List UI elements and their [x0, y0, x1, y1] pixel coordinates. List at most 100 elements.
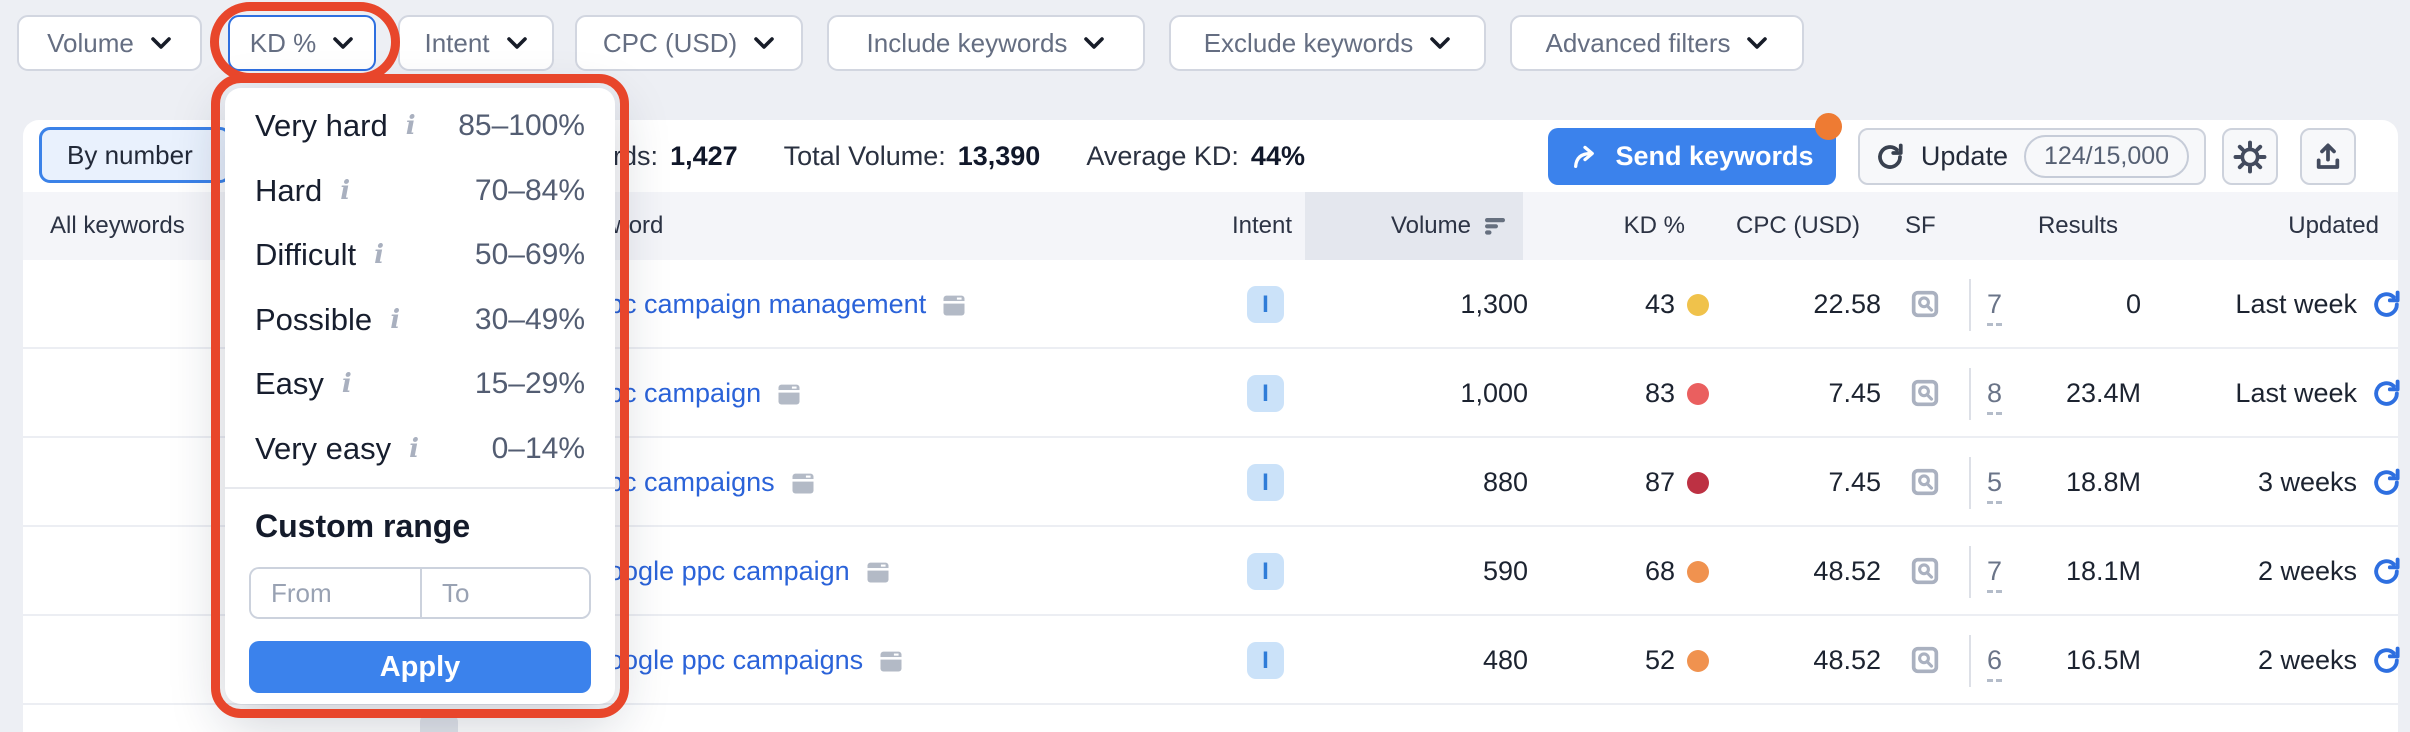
kd-option-possible[interactable]: Possible i 30–49% — [225, 288, 615, 353]
chevron-down-icon — [1747, 37, 1768, 49]
volume-value: 480 — [1482, 645, 1528, 675]
filter-advanced-filters-button[interactable]: Advanced filters — [1510, 15, 1804, 71]
column-header-cpc[interactable]: CPC (USD) — [1700, 192, 1860, 260]
settings-button[interactable] — [2222, 128, 2278, 185]
info-icon[interactable]: i — [374, 242, 384, 268]
info-icon[interactable]: i — [406, 113, 416, 139]
refresh-row-icon[interactable] — [2371, 289, 2402, 320]
filter-exclude-keywords-button[interactable]: Exclude keywords — [1169, 15, 1486, 71]
cpc-value: 7.45 — [1828, 467, 1881, 497]
kd-value: 83 — [1644, 378, 1675, 408]
info-icon[interactable]: i — [340, 178, 350, 204]
serp-features-icon[interactable] — [1907, 465, 1943, 499]
sf-value[interactable]: 5 — [1987, 467, 2003, 504]
filter-kd-button[interactable]: KD % — [228, 15, 376, 71]
updated-cell: 3 weeks — [2163, 438, 2402, 527]
kd-to-input[interactable] — [420, 569, 589, 617]
serp-features-icon[interactable] — [1907, 287, 1943, 321]
intent-badge[interactable]: I — [1247, 375, 1284, 412]
sidebar-scrollbar[interactable] — [420, 714, 458, 732]
kd-value: 68 — [1644, 556, 1675, 586]
custom-range-inputs — [249, 567, 591, 619]
cell-divider — [1969, 368, 1971, 420]
column-header-sf[interactable]: SF — [1905, 192, 1936, 260]
serp-page-icon[interactable] — [940, 291, 968, 319]
serp-page-icon[interactable] — [877, 647, 905, 675]
keyword-link[interactable]: ppc campaign — [593, 349, 803, 438]
refresh-icon — [1878, 143, 1903, 169]
keyword-link[interactable]: ppc campaign management — [593, 260, 968, 349]
refresh-row-icon[interactable] — [2371, 467, 2402, 498]
kd-filter-dropdown: Very hard i 85–100% Hard i 70–84% Diffic… — [225, 88, 615, 704]
serp-page-icon[interactable] — [789, 469, 817, 497]
filter-intent-button[interactable]: Intent — [398, 15, 554, 71]
keyword-link[interactable]: google ppc campaigns — [593, 616, 905, 705]
volume-value: 1,300 — [1460, 289, 1528, 319]
cell-divider — [1969, 546, 1971, 598]
info-icon[interactable]: i — [409, 436, 419, 462]
column-header-kd[interactable]: KD % — [1565, 192, 1685, 260]
cell-divider — [1969, 279, 1971, 331]
kd-value: 43 — [1644, 289, 1675, 319]
info-icon[interactable]: i — [390, 307, 400, 333]
cell-divider — [1969, 635, 1971, 687]
filter-volume-button[interactable]: Volume — [17, 15, 202, 71]
sf-value[interactable]: 8 — [1987, 378, 2003, 415]
total-volume-stat: Total Volume: 13,390 — [784, 141, 1041, 172]
summary-stats: Keywords: 1,427 Total Volume: 13,390 Ave… — [532, 120, 1305, 192]
cpc-value: 7.45 — [1828, 378, 1881, 408]
serp-page-icon[interactable] — [775, 380, 803, 408]
info-icon[interactable]: i — [342, 371, 352, 397]
chevron-down-icon — [506, 37, 527, 49]
serp-page-icon[interactable] — [864, 558, 892, 586]
updated-value: Last week — [2235, 289, 2357, 319]
kd-from-input[interactable] — [251, 569, 420, 617]
column-header-results[interactable]: Results — [1978, 192, 2118, 260]
update-quota-badge: 124/15,000 — [2023, 135, 2190, 178]
by-number-toggle[interactable]: By number — [39, 127, 231, 183]
kd-option-hard[interactable]: Hard i 70–84% — [225, 159, 615, 224]
updated-value: 2 weeks — [2257, 645, 2357, 675]
filter-cpc-button[interactable]: CPC (USD) — [575, 15, 803, 71]
filter-cpc-label: CPC (USD) — [602, 27, 738, 58]
sf-value[interactable]: 7 — [1987, 556, 2003, 593]
kd-option-very-hard[interactable]: Very hard i 85–100% — [225, 94, 615, 159]
refresh-row-icon[interactable] — [2371, 645, 2402, 676]
updated-cell: Last week — [2163, 260, 2402, 349]
kd-value: 87 — [1644, 467, 1675, 497]
export-icon — [2316, 143, 2340, 169]
serp-features-icon[interactable] — [1907, 376, 1943, 410]
kd-option-very-easy[interactable]: Very easy i 0–14% — [225, 417, 615, 482]
updated-value: 3 weeks — [2257, 467, 2357, 497]
update-button[interactable]: Update 124/15,000 — [1858, 128, 2206, 185]
send-keywords-button[interactable]: Send keywords — [1548, 128, 1836, 185]
intent-badge[interactable]: I — [1247, 642, 1284, 679]
refresh-row-icon[interactable] — [2371, 378, 2402, 409]
chevron-down-icon — [333, 37, 354, 49]
kd-option-difficult[interactable]: Difficult i 50–69% — [225, 223, 615, 288]
sf-value[interactable]: 7 — [1987, 289, 2003, 326]
intent-badge[interactable]: I — [1247, 464, 1284, 501]
kd-option-easy[interactable]: Easy i 15–29% — [225, 352, 615, 417]
refresh-row-icon[interactable] — [2371, 556, 2402, 587]
kd-difficulty-dot — [1687, 561, 1709, 583]
column-header-volume[interactable]: Volume — [1305, 192, 1523, 260]
sf-value[interactable]: 6 — [1987, 645, 2003, 682]
column-header-intent[interactable]: Intent — [1222, 192, 1292, 260]
filter-include-keywords-button[interactable]: Include keywords — [827, 15, 1145, 71]
serp-features-icon[interactable] — [1907, 554, 1943, 588]
keyword-magic-tool: Volume KD % Intent CPC (USD) Include key… — [0, 0, 2410, 732]
serp-features-icon[interactable] — [1907, 643, 1943, 677]
custom-range-title: Custom range — [255, 508, 471, 544]
average-kd-stat: Average KD: 44% — [1086, 141, 1305, 172]
average-kd-value: 44% — [1250, 140, 1305, 171]
column-header-updated[interactable]: Updated — [2229, 192, 2379, 260]
keyword-link[interactable]: google ppc campaign — [593, 527, 892, 616]
filter-advanced-filters-label: Advanced filters — [1545, 27, 1731, 58]
intent-badge[interactable]: I — [1247, 553, 1284, 590]
volume-value: 590 — [1482, 556, 1528, 586]
apply-button[interactable]: Apply — [249, 641, 591, 693]
intent-badge[interactable]: I — [1247, 286, 1284, 323]
keyword-link[interactable]: ppc campaigns — [593, 438, 817, 527]
export-button[interactable] — [2300, 128, 2356, 185]
